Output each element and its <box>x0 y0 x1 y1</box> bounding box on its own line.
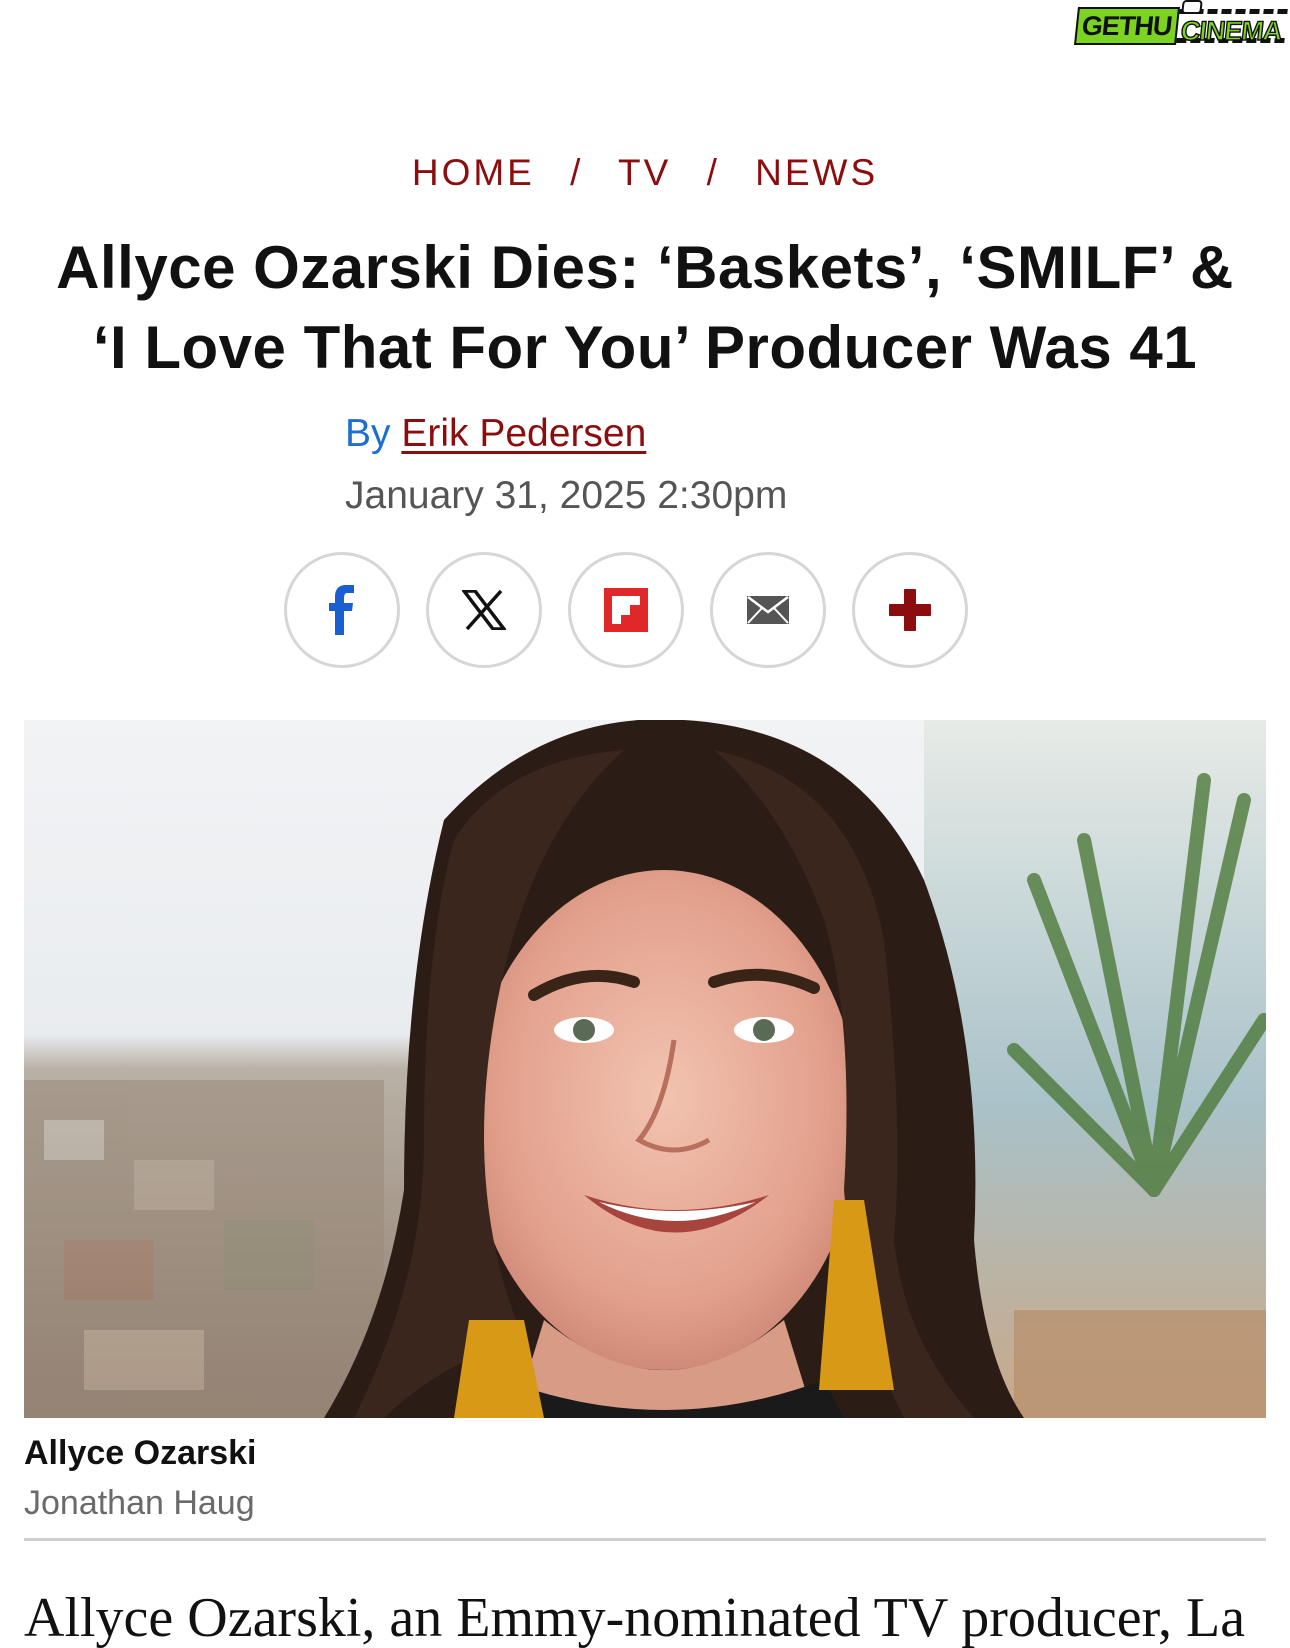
portrait-photo <box>24 720 1266 1418</box>
author-link[interactable]: Erik Pedersen <box>401 412 646 455</box>
email-icon <box>747 596 789 624</box>
byline: By Erik Pedersen <box>345 412 646 456</box>
share-email-button[interactable] <box>710 552 826 668</box>
breadcrumb-separator: / <box>570 152 584 193</box>
breadcrumb: HOME / TV / NEWS <box>0 152 1290 194</box>
share-facebook-button[interactable] <box>284 552 400 668</box>
plus-icon <box>889 589 931 631</box>
article-body-text: Allyce Ozarski, an Emmy-nominated TV pro… <box>24 1588 1246 1648</box>
publish-date: January 31, 2025 2:30pm <box>345 474 788 517</box>
byline-prefix: By <box>345 412 391 455</box>
breadcrumb-home[interactable]: HOME <box>412 152 535 193</box>
share-x-button[interactable] <box>426 552 542 668</box>
article-title: Allyce Ozarski Dies: ‘Baskets’, ‘SMILF’ … <box>20 228 1270 388</box>
breadcrumb-news[interactable]: NEWS <box>755 152 878 193</box>
share-bar <box>284 552 968 668</box>
divider <box>24 1538 1266 1541</box>
watermark-part2: CINEMA <box>1175 9 1288 47</box>
watermark-logo: GETHU CINEMA <box>1074 0 1288 47</box>
facebook-icon <box>329 585 354 635</box>
hero-photo <box>24 720 1266 1418</box>
x-icon <box>462 590 506 630</box>
camera-icon <box>1181 0 1203 14</box>
breadcrumb-separator: / <box>706 152 720 193</box>
watermark-part1: GETHU <box>1074 7 1180 45</box>
share-flipboard-button[interactable] <box>568 552 684 668</box>
article-title-line1: Allyce Ozarski Dies: ‘Baskets’, ‘SMILF’ … <box>56 234 1234 301</box>
flipboard-icon <box>604 588 648 632</box>
photo-caption: Allyce Ozarski <box>24 1434 257 1472</box>
article-title-line2: ‘I Love That For You’ Producer Was 41 <box>92 314 1198 381</box>
share-more-button[interactable] <box>852 552 968 668</box>
breadcrumb-tv[interactable]: TV <box>618 152 671 193</box>
photo-credit: Jonathan Haug <box>24 1484 255 1522</box>
